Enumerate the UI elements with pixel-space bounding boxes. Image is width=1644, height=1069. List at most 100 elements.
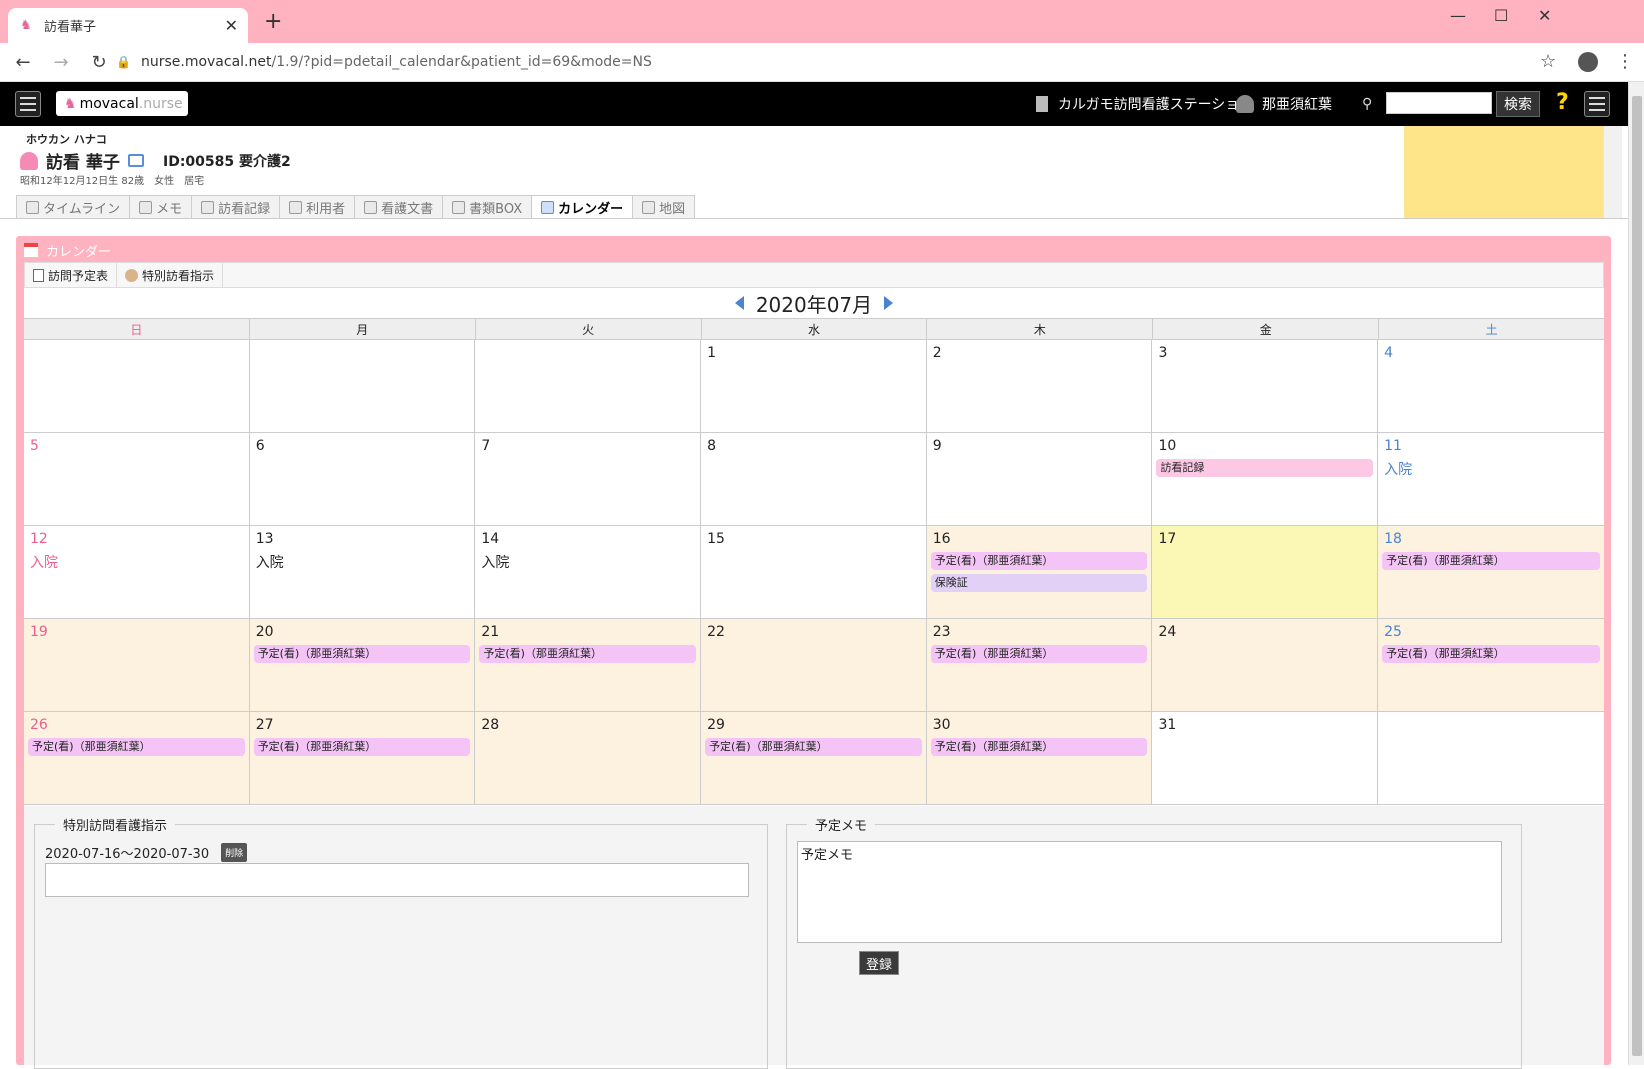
calendar-day[interactable]: 6 bbox=[250, 433, 476, 525]
scrollbar-thumb[interactable] bbox=[1632, 96, 1642, 1056]
close-tab-icon[interactable]: ✕ bbox=[225, 16, 238, 35]
search-input[interactable] bbox=[1386, 92, 1492, 114]
calendar-event[interactable]: 予定(看)（那亜須紅葉） bbox=[253, 738, 471, 756]
main-menu-button[interactable] bbox=[15, 91, 41, 117]
new-tab-icon[interactable]: + bbox=[264, 11, 282, 33]
calendar-day[interactable]: 3 bbox=[1152, 340, 1379, 432]
calendar-day[interactable]: 24 bbox=[1152, 619, 1379, 711]
calendar-event[interactable]: 訪看記録 bbox=[1156, 459, 1374, 477]
calendar-day[interactable]: 2 bbox=[927, 340, 1153, 432]
calendar-day[interactable]: 7 bbox=[475, 433, 702, 525]
forward-icon[interactable]: → bbox=[46, 52, 76, 73]
calendar-day[interactable]: 27 予定(看)（那亜須紅葉） bbox=[249, 712, 476, 804]
calendar-day[interactable]: 21 予定(看)（那亜須紅葉） bbox=[475, 619, 702, 711]
calendar-day[interactable] bbox=[475, 340, 702, 432]
calendar-event[interactable]: 予定(看)（那亜須紅葉） bbox=[1382, 645, 1600, 663]
tab-calendar[interactable]: カレンダー bbox=[531, 195, 634, 219]
calendar-day[interactable]: 26 予定(看)（那亜須紅葉） bbox=[24, 712, 250, 804]
weekday-label: 火 bbox=[476, 319, 702, 339]
calendar-week: 1 2 3 4 bbox=[24, 340, 1604, 433]
delete-button[interactable]: 削除 bbox=[221, 843, 248, 862]
day-number: 31 bbox=[1158, 717, 1177, 733]
calendar-day[interactable]: 16 予定(看)（那亜須紅葉） 保険証 bbox=[926, 526, 1153, 618]
tab-doc-box[interactable]: 書類BOX bbox=[442, 195, 533, 219]
tab-nursing-docs[interactable]: 看護文書 bbox=[354, 195, 444, 219]
tab-map[interactable]: 地図 bbox=[632, 195, 696, 219]
schedule-memo-textarea[interactable]: 予定メモ bbox=[797, 841, 1502, 943]
minimize-icon[interactable]: — bbox=[1450, 6, 1466, 25]
day-number: 15 bbox=[707, 531, 725, 547]
calendar-event[interactable]: 予定(看)（那亜須紅葉） bbox=[930, 738, 1148, 756]
open-window-icon[interactable] bbox=[127, 154, 144, 167]
visit-schedule-button[interactable]: 訪問予定表 bbox=[25, 263, 118, 287]
app-logo[interactable]: ♞ movacal .nurse bbox=[56, 91, 188, 116]
register-button[interactable]: 登録 bbox=[859, 951, 899, 975]
special-instruction-textarea[interactable] bbox=[45, 863, 749, 897]
back-icon[interactable]: ← bbox=[8, 52, 38, 73]
calendar-day[interactable]: 15 bbox=[701, 526, 927, 618]
calendar-day[interactable]: 9 bbox=[927, 433, 1153, 525]
side-menu-button[interactable] bbox=[1584, 91, 1610, 117]
day-number: 3 bbox=[1158, 345, 1168, 361]
calendar-day[interactable] bbox=[1378, 712, 1604, 804]
calendar-day[interactable]: 22 bbox=[701, 619, 927, 711]
calendar-event[interactable]: 予定(看)（那亜須紅葉） bbox=[28, 738, 245, 756]
calendar-day[interactable]: 14 入院 bbox=[475, 526, 702, 618]
calendar-event[interactable]: 予定(看)（那亜須紅葉） bbox=[479, 645, 697, 663]
box-icon bbox=[452, 201, 466, 214]
help-icon[interactable]: ? bbox=[1556, 90, 1569, 115]
tab-memo[interactable]: メモ bbox=[129, 195, 193, 219]
calendar-day[interactable]: 17 bbox=[1152, 526, 1379, 618]
reload-icon[interactable]: ↻ bbox=[84, 52, 114, 73]
calendar-day[interactable]: 4 bbox=[1378, 340, 1604, 432]
calendar-day[interactable]: 13 入院 bbox=[250, 526, 476, 618]
user-name[interactable]: 那亜須紅葉 bbox=[1236, 94, 1332, 114]
calendar-day[interactable]: 31 bbox=[1152, 712, 1379, 804]
calendar-event[interactable]: 予定(看)（那亜須紅葉） bbox=[930, 645, 1148, 663]
calendar-day[interactable]: 29 予定(看)（那亜須紅葉） bbox=[701, 712, 927, 804]
tab-visit-record[interactable]: 訪看記録 bbox=[191, 195, 281, 219]
day-status: 入院 bbox=[30, 555, 58, 571]
calendar-event[interactable]: 予定(看)（那亜須紅葉） bbox=[705, 738, 922, 756]
search-button[interactable]: 検索 bbox=[1496, 91, 1540, 117]
next-month-icon[interactable] bbox=[884, 296, 894, 310]
calendar-day[interactable]: 18 予定(看)（那亜須紅葉） bbox=[1378, 526, 1604, 618]
tab-user[interactable]: 利用者 bbox=[279, 195, 356, 219]
station-name: カルガモ訪問看護ステーション bbox=[1036, 94, 1253, 114]
browser-menu-icon[interactable]: ⋮ bbox=[1616, 51, 1634, 72]
day-number: 19 bbox=[30, 624, 48, 640]
calendar-day[interactable]: 5 bbox=[24, 433, 250, 525]
special-instruction-button[interactable]: 特別訪看指示 bbox=[117, 263, 224, 287]
url-field[interactable]: 🔒 nurse.movacal.net/1.9/?pid=pdetail_cal… bbox=[116, 48, 1566, 76]
bookmark-star-icon[interactable]: ☆ bbox=[1540, 51, 1556, 72]
calendar-event[interactable]: 保険証 bbox=[930, 574, 1148, 592]
profile-icon[interactable] bbox=[1578, 52, 1598, 72]
calendar-day[interactable]: 19 bbox=[24, 619, 250, 711]
calendar-day[interactable] bbox=[250, 340, 476, 432]
calendar-day[interactable]: 25 予定(看)（那亜須紅葉） bbox=[1378, 619, 1604, 711]
calendar-day[interactable]: 10 訪看記録 bbox=[1152, 433, 1379, 525]
calendar-day[interactable]: 1 bbox=[701, 340, 927, 432]
calendar-day[interactable]: 20 予定(看)（那亜須紅葉） bbox=[249, 619, 476, 711]
calendar-day[interactable]: 23 予定(看)（那亜須紅葉） bbox=[926, 619, 1153, 711]
calendar-event[interactable]: 予定(看)（那亜須紅葉） bbox=[253, 645, 471, 663]
calendar-day[interactable]: 28 bbox=[475, 712, 702, 804]
prev-month-icon[interactable] bbox=[734, 296, 744, 310]
calendar-day[interactable]: 30 予定(看)（那亜須紅葉） bbox=[926, 712, 1153, 804]
calendar-event[interactable]: 予定(看)（那亜須紅葉） bbox=[1382, 552, 1600, 570]
patient-sex: 女性 bbox=[154, 176, 175, 187]
browser-tab[interactable]: ♞ 訪看華子 ✕ bbox=[8, 8, 248, 43]
tab-timeline[interactable]: タイムライン bbox=[16, 195, 131, 219]
calendar-day[interactable]: 8 bbox=[701, 433, 927, 525]
page-scrollbar[interactable] bbox=[1628, 82, 1644, 1065]
close-window-icon[interactable]: ✕ bbox=[1538, 6, 1551, 25]
calendar-event[interactable]: 予定(看)（那亜須紅葉） bbox=[930, 552, 1148, 570]
weekday-label: 金 bbox=[1153, 319, 1380, 339]
patient-kana: ホウカン ハナコ bbox=[26, 133, 107, 146]
calendar-day[interactable]: 12 入院 bbox=[24, 526, 250, 618]
calendar-day[interactable] bbox=[24, 340, 250, 432]
maximize-icon[interactable]: ☐ bbox=[1494, 6, 1508, 25]
calendar-day[interactable]: 11 入院 bbox=[1378, 433, 1604, 525]
url-host: nurse.movacal.net bbox=[140, 54, 272, 70]
note-scrollbar[interactable] bbox=[1604, 126, 1622, 218]
